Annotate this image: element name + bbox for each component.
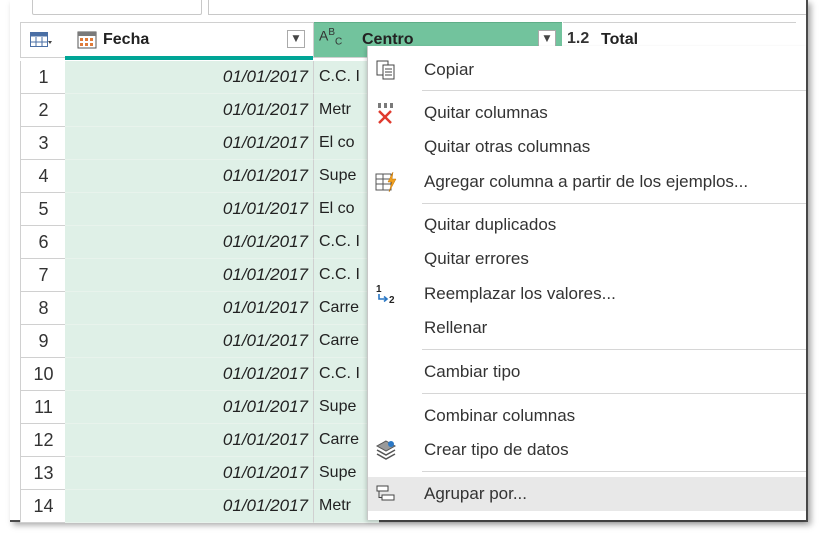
menu-separator: [422, 203, 806, 204]
menu-label: Agregar columna a partir de los ejemplos…: [424, 172, 749, 191]
chevron-down-icon: ▼: [543, 34, 551, 44]
table-menu-button[interactable]: [20, 22, 67, 58]
menu-label: Reemplazar los valores...: [424, 284, 616, 303]
row-number[interactable]: 3: [20, 127, 67, 160]
svg-text:2: 2: [389, 295, 395, 306]
row-number[interactable]: 5: [20, 193, 67, 226]
formula-bar[interactable]: [208, 0, 806, 15]
menu-label: Quitar columnas: [424, 103, 548, 122]
column-name-fecha: Fecha: [103, 31, 150, 48]
menu-item-combinar-columnas[interactable]: Combinar columnas: [368, 399, 806, 433]
cell-fecha[interactable]: 01/01/2017: [65, 61, 314, 94]
row-number[interactable]: 14: [20, 490, 67, 523]
menu-label: Rellenar: [424, 318, 488, 337]
menu-separator: [422, 90, 806, 91]
row-number[interactable]: 12: [20, 424, 67, 457]
copy-icon: [376, 60, 395, 80]
cell-fecha[interactable]: 01/01/2017: [65, 391, 314, 424]
svg-text:1: 1: [376, 284, 382, 295]
formula-bar-area: [10, 0, 806, 20]
menu-label: Quitar otras columnas: [424, 137, 591, 156]
menu-item-agrupar-por[interactable]: Agrupar por...: [368, 477, 806, 511]
menu-label: Combinar columnas: [424, 406, 576, 425]
row-number[interactable]: 8: [20, 292, 67, 325]
menu-separator: [422, 471, 806, 472]
cell-fecha[interactable]: 01/01/2017: [65, 358, 314, 391]
row-number[interactable]: 7: [20, 259, 67, 292]
menu-item-quitar-columnas[interactable]: Quitar columnas: [368, 96, 806, 130]
cell-fecha[interactable]: 01/01/2017: [65, 193, 314, 226]
cell-fecha[interactable]: 01/01/2017: [65, 457, 314, 490]
cell-fecha[interactable]: 01/01/2017: [65, 127, 314, 160]
menu-item-copiar[interactable]: Copiar: [368, 53, 806, 87]
column-header-fecha[interactable]: Fecha ▼: [65, 22, 314, 58]
menu-item-crear-tipo-datos[interactable]: Crear tipo de datos: [368, 433, 806, 467]
calendar-icon: [77, 31, 97, 49]
cell-fecha[interactable]: 01/01/2017: [65, 325, 314, 358]
column-quality-bar: [65, 56, 313, 60]
menu-item-quitar-otras-columnas[interactable]: Quitar otras columnas: [368, 130, 806, 164]
data-type-icon: [375, 440, 397, 460]
menu-label: Quitar duplicados: [424, 215, 557, 234]
column-from-examples-icon: [375, 171, 397, 193]
menu-separator: [422, 349, 806, 350]
row-number[interactable]: 11: [20, 391, 67, 424]
remove-columns-icon: [378, 103, 393, 124]
filter-dropdown-fecha[interactable]: ▼: [287, 30, 305, 48]
row-number[interactable]: 9: [20, 325, 67, 358]
menu-label: Agrupar por...: [424, 484, 528, 503]
menu-separator: [422, 393, 806, 394]
menu-label: Cambiar tipo: [424, 362, 521, 381]
name-box[interactable]: [32, 0, 202, 15]
menu-item-reemplazar-valores[interactable]: 1 2 Reemplazar los valores...: [368, 277, 806, 311]
row-number[interactable]: 1: [20, 61, 67, 94]
menu-item-agregar-columna-ejemplos[interactable]: Agregar columna a partir de los ejemplos…: [368, 165, 806, 199]
menu-label: Crear tipo de datos: [424, 440, 569, 459]
cell-fecha[interactable]: 01/01/2017: [65, 259, 314, 292]
menu-item-rellenar[interactable]: Rellenar: [368, 311, 806, 345]
row-number[interactable]: 4: [20, 160, 67, 193]
text-type-icon: ABC: [319, 27, 343, 48]
cell-fecha[interactable]: 01/01/2017: [65, 490, 314, 523]
cell-fecha[interactable]: 01/01/2017: [65, 226, 314, 259]
chevron-down-icon: ▼: [292, 34, 300, 44]
row-number[interactable]: 2: [20, 94, 67, 127]
context-menu: Copiar Quitar columnas Quitar otras colu…: [367, 46, 806, 520]
cell-fecha[interactable]: 01/01/2017: [65, 94, 314, 127]
menu-item-cambiar-tipo[interactable]: Cambiar tipo: [368, 355, 806, 389]
cell-fecha[interactable]: 01/01/2017: [65, 160, 314, 193]
group-by-icon: [376, 485, 395, 501]
menu-label: Copiar: [424, 60, 475, 79]
cell-fecha[interactable]: 01/01/2017: [65, 292, 314, 325]
row-number[interactable]: 13: [20, 457, 67, 490]
menu-label: Quitar errores: [424, 249, 529, 268]
replace-values-icon: 1 2: [376, 284, 395, 306]
row-number[interactable]: 6: [20, 226, 67, 259]
menu-item-quitar-errores[interactable]: Quitar errores: [368, 242, 806, 276]
row-number[interactable]: 10: [20, 358, 67, 391]
table-icon: [30, 32, 52, 47]
cell-fecha[interactable]: 01/01/2017: [65, 424, 314, 457]
menu-item-quitar-duplicados[interactable]: Quitar duplicados: [368, 208, 806, 242]
